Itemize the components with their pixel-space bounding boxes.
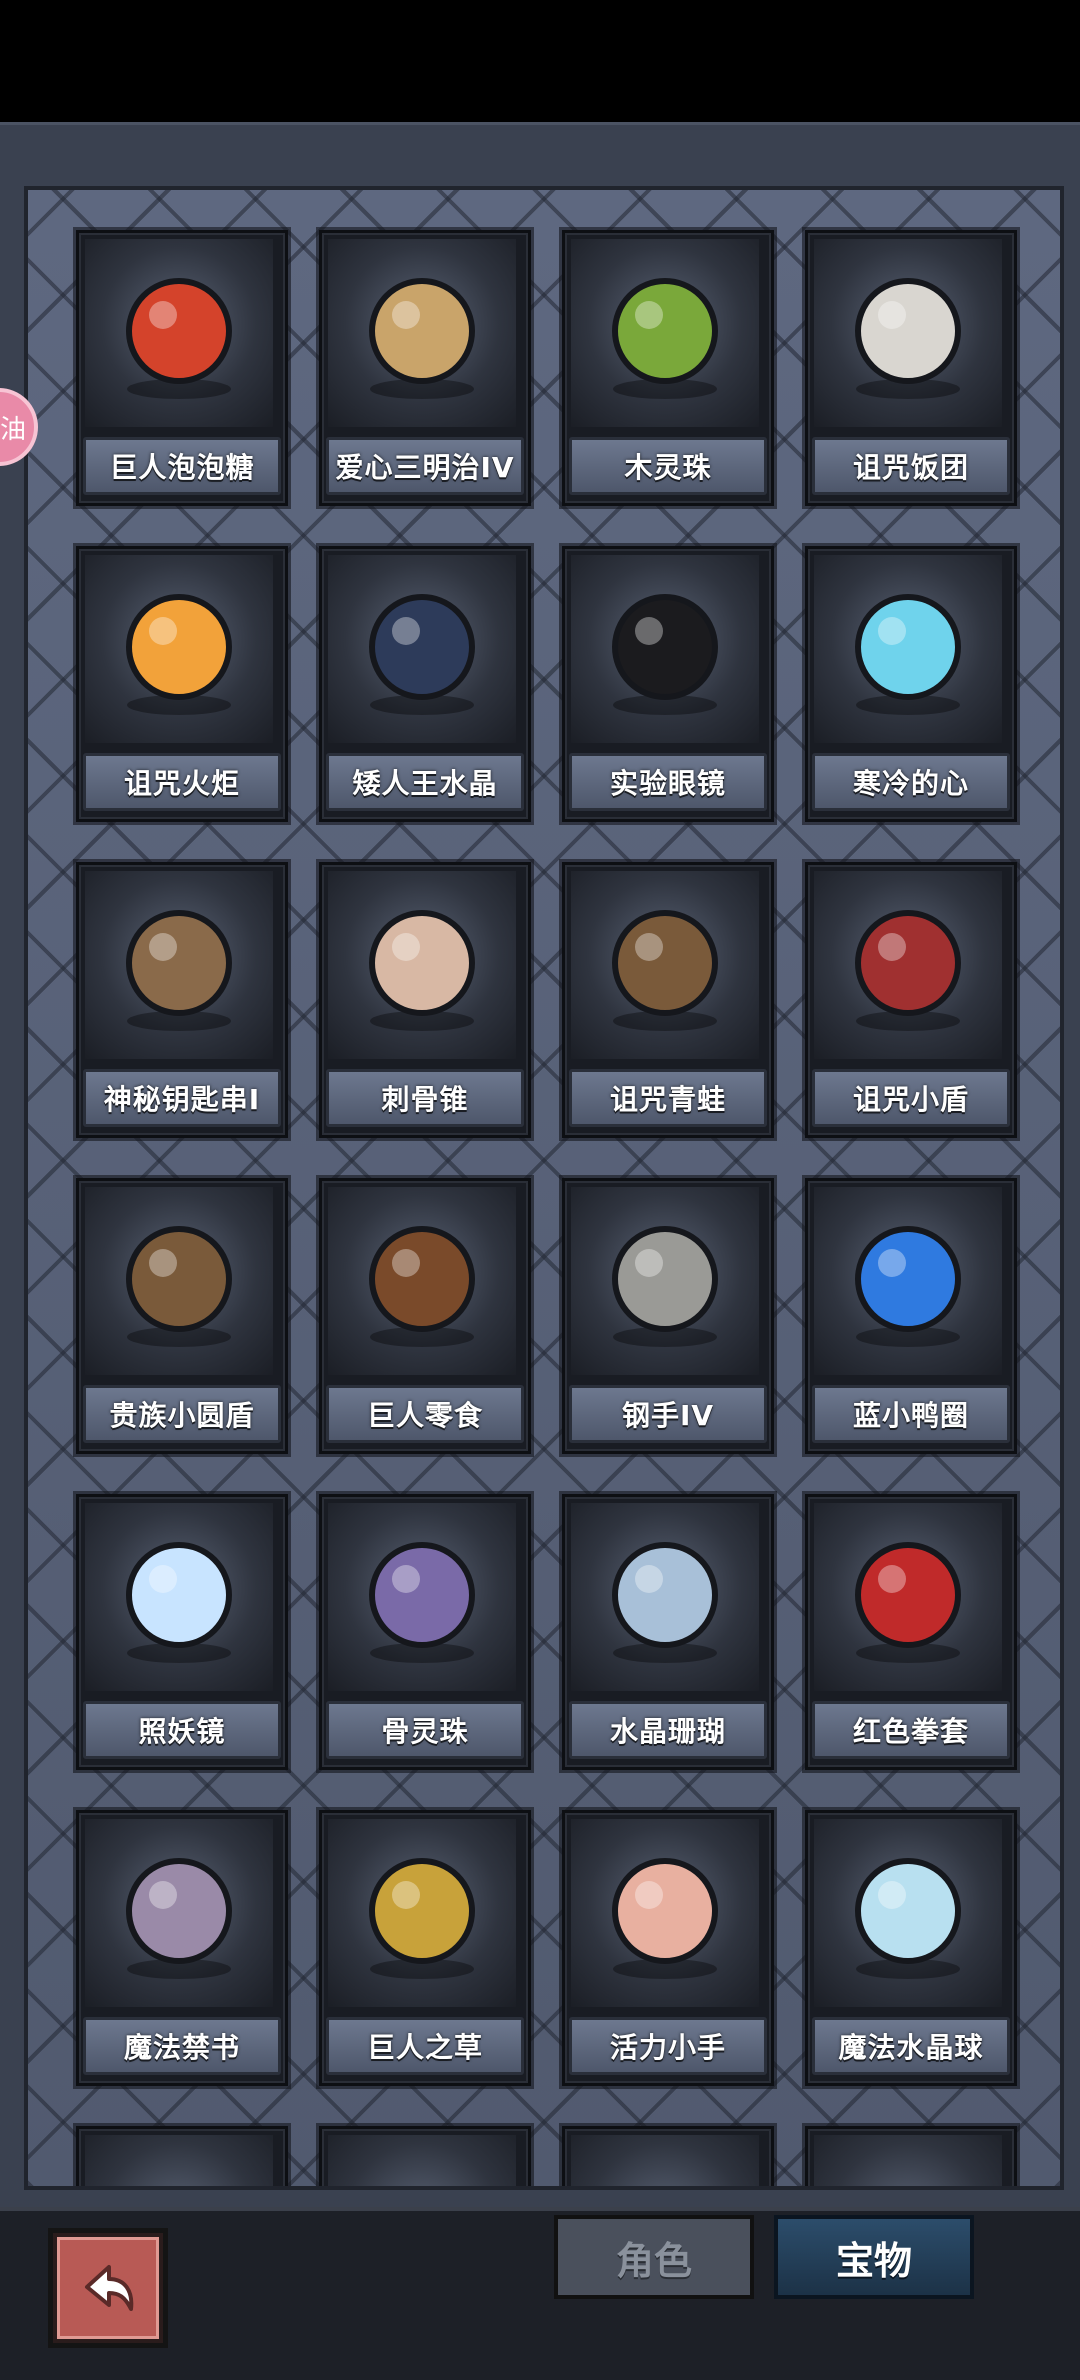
back-arrow-icon (57, 2237, 159, 2339)
item-label: 活力小手 (569, 2017, 767, 2075)
item-label: 蓝小鸭圈 (812, 1385, 1010, 1443)
item-tile[interactable]: 爱心三明治IV (319, 230, 531, 506)
back-button[interactable] (48, 2228, 168, 2348)
item-tile-partial[interactable] (805, 2126, 1017, 2186)
item-tile[interactable]: 诅咒火炬 (76, 546, 288, 822)
item-label: 诅咒火炬 (83, 753, 281, 811)
heart-sandwich-icon (328, 239, 516, 427)
cursed-shield-icon (814, 871, 1002, 1059)
item-tile[interactable]: 神秘钥匙串I (76, 862, 288, 1138)
item-tile[interactable]: 贵族小圆盾 (76, 1178, 288, 1454)
item-tile[interactable]: 红色拳套 (805, 1494, 1017, 1770)
partial-item-icon (328, 2135, 516, 2186)
bone-spike-icon (328, 871, 516, 1059)
item-label: 刺骨锥 (326, 1069, 524, 1127)
partial-item-icon (814, 2135, 1002, 2186)
item-tile[interactable]: 刺骨锥 (319, 862, 531, 1138)
tab-treasure-label: 宝物 (835, 2238, 912, 2283)
giant-grass-icon (328, 1819, 516, 2007)
status-bar-area (0, 0, 1080, 122)
item-tile[interactable]: 魔法水晶球 (805, 1810, 1017, 2086)
dwarf-crystal-heart-icon (328, 555, 516, 743)
item-label: 巨人泡泡糖 (83, 437, 281, 495)
item-label: 水晶珊瑚 (569, 1701, 767, 1759)
tab-role-label: 角色 (615, 2238, 692, 2283)
key-ring-icon (85, 871, 273, 1059)
item-tile[interactable]: 活力小手 (562, 1810, 774, 2086)
round-shield-icon (85, 1187, 273, 1375)
tab-role[interactable]: 角色 (554, 2215, 754, 2299)
item-tile[interactable]: 钢手IV (562, 1178, 774, 1454)
item-label: 巨人零食 (326, 1385, 524, 1443)
item-tile[interactable]: 实验眼镜 (562, 546, 774, 822)
item-label: 爱心三明治IV (326, 437, 524, 495)
item-label: 魔法水晶球 (812, 2017, 1010, 2075)
item-tile[interactable]: 蓝小鸭圈 (805, 1178, 1017, 1454)
item-label: 诅咒饭团 (812, 437, 1010, 495)
cursed-frog-icon (571, 871, 759, 1059)
side-badge-text: 油 (0, 414, 26, 445)
item-tile[interactable]: 骨灵珠 (319, 1494, 531, 1770)
item-label: 钢手IV (569, 1385, 767, 1443)
item-label: 矮人王水晶 (326, 753, 524, 811)
bone-spirit-orb-icon (328, 1503, 516, 1691)
item-label: 贵族小圆盾 (83, 1385, 281, 1443)
lab-goggles-icon (571, 555, 759, 743)
giant-snack-icon (328, 1187, 516, 1375)
forbidden-book-icon (85, 1819, 273, 2007)
item-tile[interactable]: 水晶珊瑚 (562, 1494, 774, 1770)
duck-swim-ring-icon (814, 1187, 1002, 1375)
item-label: 实验眼镜 (569, 753, 767, 811)
item-label: 神秘钥匙串I (83, 1069, 281, 1127)
item-tile-partial[interactable] (319, 2126, 531, 2186)
item-label: 巨人之草 (326, 2017, 524, 2075)
item-label: 骨灵珠 (326, 1701, 524, 1759)
bubblegum-box-icon (85, 239, 273, 427)
item-tile[interactable]: 诅咒青蛙 (562, 862, 774, 1138)
tab-treasure[interactable]: 宝物 (774, 2215, 974, 2299)
item-tile[interactable]: 诅咒饭团 (805, 230, 1017, 506)
wood-spirit-orb-icon (571, 239, 759, 427)
item-label: 诅咒小盾 (812, 1069, 1010, 1127)
demon-mirror-icon (85, 1503, 273, 1691)
crystal-ball-icon (814, 1819, 1002, 2007)
partial-item-icon (571, 2135, 759, 2186)
item-tile[interactable]: 巨人之草 (319, 1810, 531, 2086)
item-label: 红色拳套 (812, 1701, 1010, 1759)
item-tile[interactable]: 诅咒小盾 (805, 862, 1017, 1138)
item-tile[interactable]: 魔法禁书 (76, 1810, 288, 2086)
item-label: 寒冷的心 (812, 753, 1010, 811)
partial-item-icon (85, 2135, 273, 2186)
crystal-coral-icon (571, 1503, 759, 1691)
item-tile[interactable]: 照妖镜 (76, 1494, 288, 1770)
item-tile[interactable]: 寒冷的心 (805, 546, 1017, 822)
item-tile[interactable]: 木灵珠 (562, 230, 774, 506)
item-tile[interactable]: 矮人王水晶 (319, 546, 531, 822)
red-boxing-glove-icon (814, 1503, 1002, 1691)
item-label: 木灵珠 (569, 437, 767, 495)
item-label: 照妖镜 (83, 1701, 281, 1759)
item-tile[interactable]: 巨人零食 (319, 1178, 531, 1454)
steel-gauntlet-icon (571, 1187, 759, 1375)
item-label: 魔法禁书 (83, 2017, 281, 2075)
cursed-torch-icon (85, 555, 273, 743)
cold-heart-icon (814, 555, 1002, 743)
vitality-hand-icon (571, 1819, 759, 2007)
item-tile[interactable]: 巨人泡泡糖 (76, 230, 288, 506)
cursed-riceball-icon (814, 239, 1002, 427)
item-tile-partial[interactable] (562, 2126, 774, 2186)
item-label: 诅咒青蛙 (569, 1069, 767, 1127)
treasure-grid-panel[interactable]: 巨人泡泡糖 爱心三明治IV 木灵珠 诅咒饭团诅咒火炬 矮人王水晶 实验眼镜 寒冷的心神秘钥匙… (24, 186, 1064, 2190)
item-tile-partial[interactable] (76, 2126, 288, 2186)
